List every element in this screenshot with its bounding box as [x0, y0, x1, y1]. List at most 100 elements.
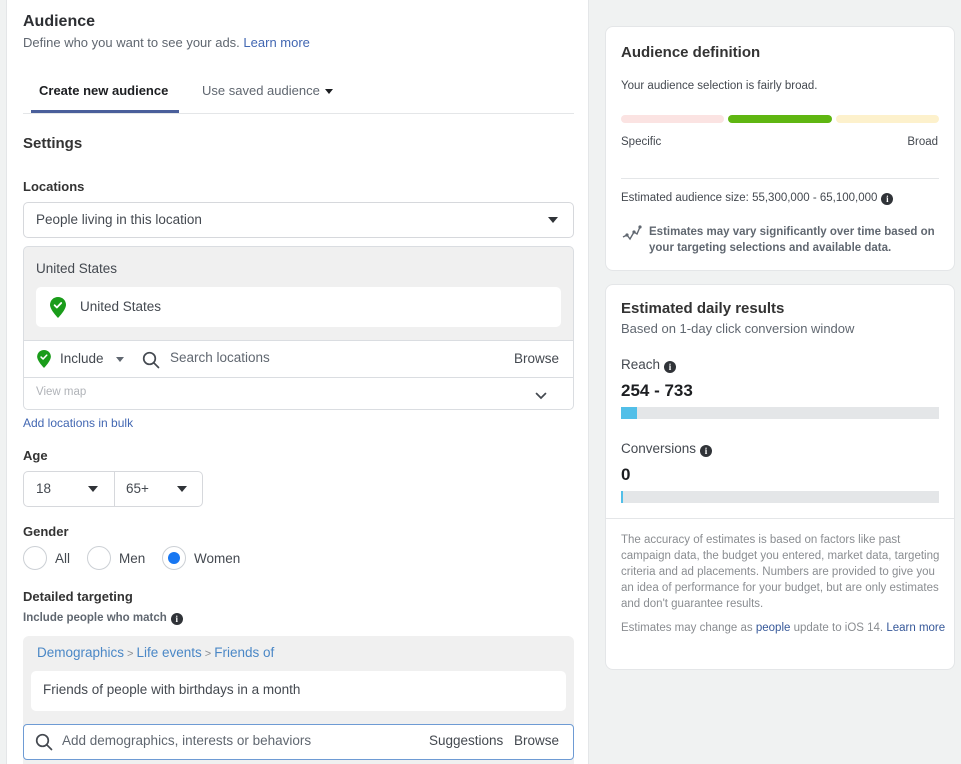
ios-note-prefix: Estimates may change as [621, 622, 753, 634]
gender-radio-women[interactable] [162, 546, 186, 570]
specific-label: Specific [621, 136, 662, 148]
active-tab-indicator [31, 110, 179, 113]
estimates-disclaimer: The accuracy of estimates is based on fa… [621, 534, 940, 610]
ios14-note: Estimates may change as people update to… [621, 620, 946, 637]
conversions-label-text: Conversions [621, 441, 697, 456]
selected-targeting-text: Friends of people with birthdays in a mo… [43, 682, 301, 697]
search-icon [35, 733, 53, 751]
settings-heading: Settings [23, 135, 83, 152]
gender-radio-all[interactable] [23, 546, 47, 570]
location-pin-check-icon [50, 297, 66, 318]
selected-location[interactable]: United States [36, 287, 561, 327]
location-type-select[interactable]: People living in this location [23, 202, 574, 238]
audience-tabs: Create new audience Use saved audience [23, 70, 574, 114]
audience-title: Audience [23, 13, 96, 30]
broad-label: Broad [907, 136, 938, 148]
estimate-variance-note: Estimates may vary significantly over ti… [649, 226, 935, 254]
info-icon[interactable]: i [881, 193, 894, 205]
people-link[interactable]: people [756, 622, 791, 634]
search-locations-input[interactable] [170, 350, 470, 365]
audience-definition-card: Audience definition Your audience select… [605, 26, 955, 271]
search-icon [142, 351, 160, 369]
audience-panel: Audience Define who you want to see your… [6, 0, 589, 764]
age-range-selector: 18 65+ [23, 471, 203, 507]
conversions-bar [621, 491, 939, 503]
selected-targeting-item[interactable]: Friends of people with birthdays in a mo… [31, 671, 566, 711]
view-map-label: View map [36, 386, 87, 398]
locations-label: Locations [23, 179, 85, 194]
reach-bar-fill [621, 407, 637, 419]
gender-radio-men[interactable] [87, 546, 111, 570]
audience-breadth-status: Your audience selection is fairly broad. [621, 80, 818, 92]
caret-down-icon [177, 486, 187, 492]
reach-label: Reach i [621, 357, 677, 373]
caret-down-icon[interactable] [116, 357, 124, 362]
targeting-search-input[interactable] [62, 733, 402, 748]
breadcrumb-life-events[interactable]: Life events [136, 645, 201, 660]
daily-results-subtitle: Based on 1-day click conversion window [621, 321, 855, 336]
breadth-meter-specific [621, 115, 724, 123]
gender-label-women[interactable]: Women [194, 551, 240, 566]
caret-down-icon [324, 89, 333, 95]
browse-locations-link[interactable]: Browse [514, 351, 559, 366]
tab-use-saved-audience[interactable]: Use saved audience [202, 83, 333, 98]
conversions-value: 0 [621, 465, 631, 484]
info-icon[interactable]: i [170, 613, 183, 625]
location-type-value: People living in this location [36, 212, 202, 227]
location-search-row: Include Browse [24, 340, 573, 378]
conversions-label: Conversions i [621, 441, 713, 457]
divider [621, 178, 939, 179]
include-people-who-match-text: Include people who match [23, 612, 167, 624]
chevron-down-icon[interactable] [535, 392, 547, 400]
tab-use-saved-audience-label: Use saved audience [202, 83, 320, 98]
caret-down-icon [88, 486, 98, 492]
divider [606, 518, 954, 519]
age-max-value: 65+ [126, 481, 149, 496]
breadcrumb-demographics[interactable]: Demographics [37, 645, 124, 660]
location-pin-check-icon [37, 350, 51, 368]
targeting-breadcrumb: Demographics > Life events > Friends of [37, 645, 274, 660]
breadcrumb-separator: > [127, 648, 134, 660]
learn-more-link[interactable]: Learn more [243, 35, 309, 50]
estimated-audience-size: Estimated audience size: 55,300,000 - 65… [621, 192, 894, 205]
locations-panel: United States United States Include Sear… [23, 246, 574, 410]
audience-definition-title: Audience definition [621, 44, 761, 61]
info-icon[interactable]: i [664, 361, 677, 373]
learn-more-link[interactable]: Learn more [886, 622, 945, 634]
age-label: Age [23, 448, 48, 463]
conversions-bar-fill [621, 491, 623, 503]
detailed-targeting-label: Detailed targeting [23, 589, 133, 604]
suggestions-link[interactable]: Suggestions [429, 733, 503, 748]
breadth-meter-middle-active [728, 115, 832, 123]
include-dropdown[interactable]: Include [60, 351, 104, 366]
reach-value: 254 - 733 [621, 381, 693, 400]
audience-subtitle: Define who you want to see your ads. Lea… [23, 35, 310, 50]
age-max-select[interactable]: 65+ [115, 472, 203, 506]
age-min-select[interactable]: 18 [24, 472, 114, 506]
view-map-row[interactable]: View map [24, 378, 573, 409]
targeting-search-box: Suggestions Browse [23, 724, 574, 760]
selected-location-name: United States [80, 299, 162, 314]
gender-label-all[interactable]: All [55, 551, 70, 566]
breadcrumb-friends-of[interactable]: Friends of [214, 645, 274, 660]
tab-create-new-audience[interactable]: Create new audience [39, 83, 168, 98]
trend-line-icon [622, 225, 642, 241]
add-locations-bulk-link[interactable]: Add locations in bulk [23, 416, 133, 430]
daily-results-title: Estimated daily results [621, 300, 785, 317]
reach-bar [621, 407, 939, 419]
audience-subtitle-text: Define who you want to see your ads. [23, 35, 240, 50]
reach-label-text: Reach [621, 357, 661, 372]
audience-size-label: Estimated audience size: [621, 192, 749, 204]
gender-label: Gender [23, 524, 69, 539]
location-group-title: United States [36, 261, 118, 276]
breadth-meter-broad [836, 115, 939, 123]
ios-note-middle: update to iOS 14. [793, 622, 884, 634]
caret-down-icon [548, 217, 558, 223]
detailed-targeting-panel: Demographics > Life events > Friends of Frie… [23, 636, 574, 764]
gender-label-men[interactable]: Men [119, 551, 145, 566]
audience-size-value: 55,300,000 - 65,100,000 [752, 192, 878, 204]
browse-targeting-link[interactable]: Browse [514, 733, 559, 748]
age-min-value: 18 [36, 481, 52, 496]
info-icon[interactable]: i [700, 445, 713, 457]
estimated-daily-results-card: Estimated daily results Based on 1-day c… [605, 284, 955, 670]
